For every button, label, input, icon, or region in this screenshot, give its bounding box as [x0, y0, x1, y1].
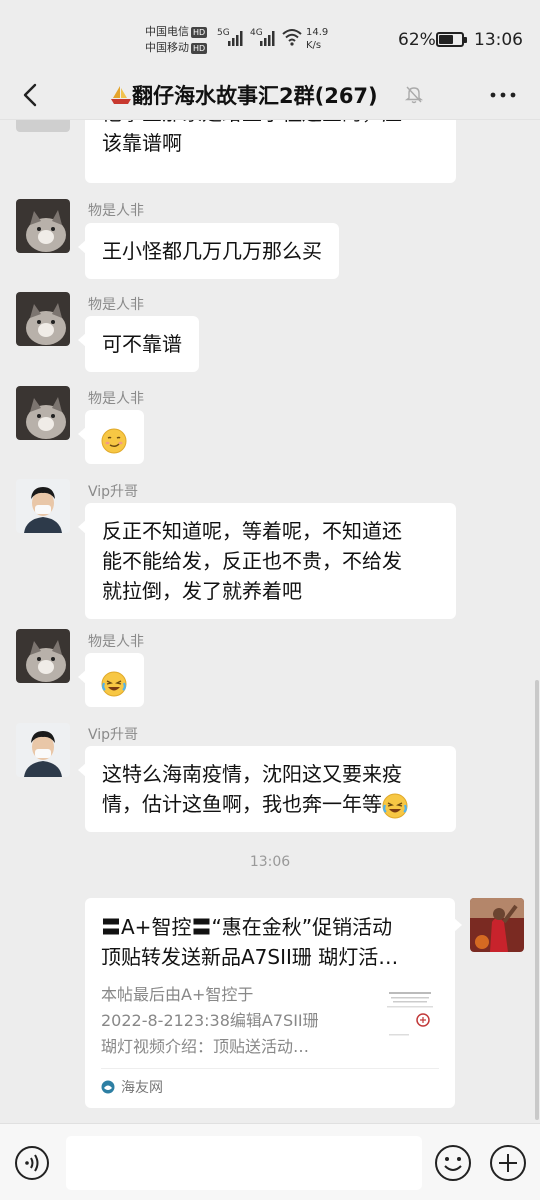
network-speed: 14.9 K/s — [306, 27, 329, 51]
voice-input-icon[interactable] — [14, 1145, 50, 1181]
more-functions-plus-icon[interactable] — [489, 1144, 527, 1182]
carrier-info: 中国电信 HD 中国移动 HD — [145, 24, 208, 56]
cat-avatar-icon — [16, 386, 70, 440]
input-bar — [0, 1123, 540, 1200]
carrier-1: 中国电信 — [145, 25, 189, 38]
man-avatar-icon — [16, 479, 70, 533]
chat-title: 翻仔海水故事汇2群(267) — [110, 80, 378, 110]
divider — [101, 1068, 439, 1069]
cat-avatar-icon — [16, 292, 70, 346]
avatar[interactable] — [16, 723, 70, 777]
status-clock: 13:06 — [474, 30, 523, 50]
avatar[interactable] — [16, 629, 70, 683]
link-card-description: 本帖最后由A+智控于 2022-8-2123:38编辑A7SII珊 瑚灯视频介绍… — [101, 985, 319, 1056]
avatar[interactable] — [16, 120, 70, 132]
scrollbar[interactable] — [535, 680, 539, 1120]
sender-name: Vip升哥 — [88, 484, 139, 500]
avatar[interactable] — [16, 479, 70, 533]
hd-badge: HD — [191, 27, 208, 38]
sender-name: 物是人非 — [88, 297, 144, 313]
signal-bars-icon — [260, 31, 275, 46]
message-bubble[interactable]: 他拿鱼那家是给王小怪送鱼的，应 该靠谱啊 — [85, 120, 456, 183]
site-logo-icon — [101, 1080, 115, 1094]
my-avatar[interactable] — [470, 898, 524, 952]
battery-percent: 62% — [398, 30, 436, 50]
man-avatar-icon — [16, 723, 70, 777]
avatar[interactable] — [16, 386, 70, 440]
boat-icon — [111, 86, 131, 104]
smirk-emoji-icon — [101, 428, 127, 453]
sender-name: 物是人非 — [88, 391, 144, 407]
sender-name: Vip升哥 — [88, 727, 139, 743]
avatar[interactable] — [16, 292, 70, 346]
link-source: 海友网 — [101, 1078, 163, 1098]
status-bar: 中国电信 HD 中国移动 HD 5G 4G 14.9 K/s 62% 13:06 — [0, 0, 540, 70]
emoji-picker-icon[interactable] — [434, 1144, 472, 1182]
battery-fill — [439, 35, 453, 44]
chat-header: 翻仔海水故事汇2群(267) — [0, 70, 540, 120]
back-arrow-icon[interactable] — [16, 80, 46, 110]
more-options-icon[interactable] — [488, 80, 518, 110]
message-bubble[interactable]: 这特么海南疫情，沈阳这又要来疫 情，估计这鱼啊，我也奔一年等 — [78, 746, 456, 832]
signal-bars-icon — [228, 31, 243, 46]
sender-name: 物是人非 — [88, 634, 144, 650]
link-card-title: 〓A+智控〓“惠在金秋”促销活动 顶贴转发送新品A7SII珊 瑚灯活… — [101, 915, 399, 969]
message-bubble[interactable]: 王小怪都几万几万那么买 — [78, 223, 339, 279]
cat-avatar-icon — [16, 629, 70, 683]
battery-icon — [436, 32, 467, 47]
message-bubble[interactable] — [78, 410, 144, 464]
avatar[interactable] — [16, 199, 70, 253]
laughing-crying-emoji-icon — [101, 671, 127, 696]
message-list[interactable]: 他拿鱼那家是给王小怪送鱼的，应 该靠谱啊 物是人非 王小怪都几万几万那么买 物是… — [0, 120, 540, 1123]
message-input[interactable] — [66, 1136, 422, 1190]
mute-bell-icon — [404, 86, 424, 104]
message-bubble[interactable]: 可不靠谱 — [78, 316, 199, 372]
time-separator: 13:06 — [249, 854, 291, 870]
shared-link-card[interactable]: 〓A+智控〓“惠在金秋”促销活动 顶贴转发送新品A7SII珊 瑚灯活… 本帖最后… — [85, 898, 462, 1108]
wifi-icon — [282, 29, 302, 46]
message-bubble[interactable] — [78, 653, 144, 707]
carrier-2: 中国移动 — [145, 41, 189, 54]
message-bubble[interactable]: 反正不知道呢，等着呢，不知道还 能不能给发，反正也不贵，不给发 就拉倒，发了就养… — [78, 503, 456, 619]
laughing-crying-emoji-icon — [382, 793, 408, 818]
link-thumbnail-icon — [381, 986, 439, 1044]
sender-name: 物是人非 — [88, 203, 144, 219]
hd-badge: HD — [191, 43, 208, 54]
cat-avatar-icon — [16, 199, 70, 253]
basketball-avatar-icon — [470, 898, 524, 952]
